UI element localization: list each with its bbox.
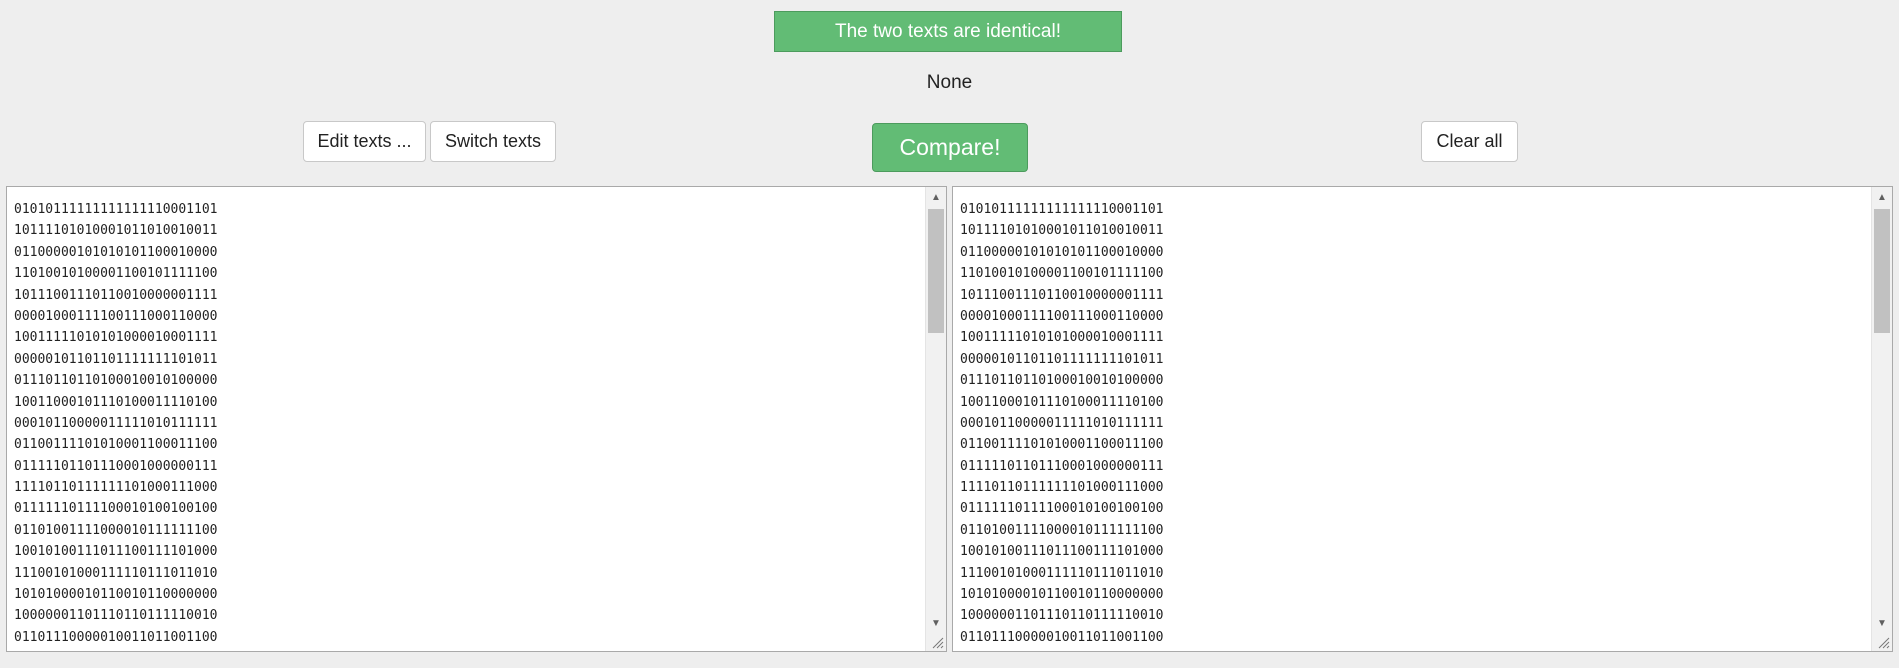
text-line: 11010010100001100101111100 xyxy=(960,266,1164,282)
text-line: 00000101101101111111101011 xyxy=(14,351,218,367)
right-scrollbar[interactable]: ▲ ▼ xyxy=(1871,187,1892,651)
left-scrollbar-thumb[interactable] xyxy=(928,209,944,333)
text-line: 00010110000011111010111111 xyxy=(960,415,1164,431)
text-line: 10111001110110010000001111 xyxy=(14,287,218,303)
text-line: 01110110110100010010100000 xyxy=(14,373,218,389)
left-scrollbar[interactable]: ▲ ▼ xyxy=(925,187,946,651)
text-line: 01110110110100010010100000 xyxy=(960,373,1164,389)
text-line: 10111001110110010000001111 xyxy=(960,287,1164,303)
resize-grip-icon[interactable] xyxy=(1876,635,1890,649)
text-line: 11100101000111110111011010 xyxy=(960,565,1164,581)
text-line: 01010111111111111110001101 xyxy=(960,202,1164,217)
right-text-area[interactable]: 01010111111111111110001101 10111101010001… xyxy=(952,186,1893,652)
text-line: 10010100111011100111101000 xyxy=(960,544,1164,560)
text-line: 10000001101110110111110010 xyxy=(960,608,1164,624)
chevron-up-icon[interactable]: ▲ xyxy=(926,187,946,207)
text-line: 01100000101010101100010000 xyxy=(960,244,1164,260)
text-line: 11110110111111101000111000 xyxy=(960,480,1164,496)
clear-all-button[interactable]: Clear all xyxy=(1421,121,1518,162)
left-text-area[interactable]: 01010111111111111110001101 10111101010001… xyxy=(6,186,947,652)
resize-grip-icon[interactable] xyxy=(930,635,944,649)
text-line: 01100111101010001100011100 xyxy=(960,437,1164,453)
text-line: 01100000101010101100010000 xyxy=(14,244,218,260)
status-text: None xyxy=(926,72,973,93)
text-line: 00010110000011111010111111 xyxy=(14,415,218,431)
text-line: 10011111010101000010001111 xyxy=(960,330,1164,346)
text-line: 10101000010110010110000000 xyxy=(960,587,1164,603)
text-line: 01111110111100010100100100 xyxy=(14,501,218,517)
text-line: 10111101010001011010010011 xyxy=(960,223,1164,239)
left-text-content[interactable]: 01010111111111111110001101 10111101010001… xyxy=(14,199,920,648)
text-line: 01111101101110001000000111 xyxy=(14,458,218,474)
text-line: 10000001101110110111110010 xyxy=(14,608,218,624)
text-line: 01111110111100010100100100 xyxy=(960,501,1164,517)
text-line: 10011000101110100011110100 xyxy=(14,394,218,410)
text-line: 01010111111111111110001101 xyxy=(14,202,218,217)
text-line: 01111101101110001000000111 xyxy=(960,458,1164,474)
text-line: 00000101101101111111101011 xyxy=(960,351,1164,367)
edit-texts-button[interactable]: Edit texts ... xyxy=(303,121,426,162)
text-line: 01101001111000010111111100 xyxy=(960,522,1164,538)
switch-texts-button[interactable]: Switch texts xyxy=(430,121,556,162)
text-line: 01101001111000010111111100 xyxy=(14,522,218,538)
compare-button[interactable]: Compare! xyxy=(872,123,1028,172)
chevron-up-icon[interactable]: ▲ xyxy=(1872,187,1892,207)
right-text-content[interactable]: 01010111111111111110001101 10111101010001… xyxy=(960,199,1866,648)
text-line: 01101110000010011011001100 xyxy=(14,629,218,645)
text-line: 00001000111100111000110000 xyxy=(960,308,1164,324)
text-line: 10011111010101000010001111 xyxy=(14,330,218,346)
text-line: 11110110111111101000111000 xyxy=(14,480,218,496)
text-line: 00001000111100111000110000 xyxy=(14,308,218,324)
text-line: 10101000010110010110000000 xyxy=(14,587,218,603)
result-banner: The two texts are identical! xyxy=(774,11,1122,52)
right-scrollbar-thumb[interactable] xyxy=(1874,209,1890,333)
text-line: 01100111101010001100011100 xyxy=(14,437,218,453)
chevron-down-icon[interactable]: ▼ xyxy=(1872,613,1892,633)
text-line: 01101110000010011011001100 xyxy=(960,629,1164,645)
text-line: 10010100111011100111101000 xyxy=(14,544,218,560)
text-line: 11010010100001100101111100 xyxy=(14,266,218,282)
text-line: 10111101010001011010010011 xyxy=(14,223,218,239)
text-line: 10011000101110100011110100 xyxy=(960,394,1164,410)
text-line: 11100101000111110111011010 xyxy=(14,565,218,581)
chevron-down-icon[interactable]: ▼ xyxy=(926,613,946,633)
